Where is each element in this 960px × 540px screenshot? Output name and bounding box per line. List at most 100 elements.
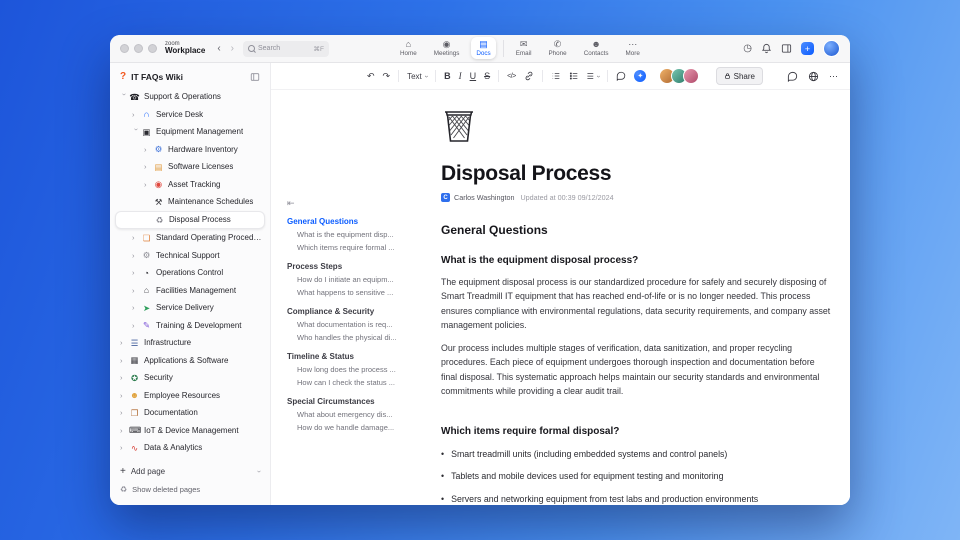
sidebar-item-software-licenses[interactable]: › ▤ Software Licenses — [110, 158, 270, 176]
sidebar-item-hardware-inventory[interactable]: › ⚙ Hardware Inventory — [110, 141, 270, 159]
chevron-down-icon[interactable]: › — [254, 470, 263, 473]
toc-section-special-circumstances[interactable]: Special Circumstances — [287, 397, 419, 406]
sidebar-item-training-development[interactable]: › ✎ Training & Development — [110, 317, 270, 335]
chevron-right-icon[interactable]: › — [132, 251, 141, 260]
numbered-list-button[interactable] — [551, 71, 561, 81]
clock-icon[interactable]: ◷ — [743, 43, 752, 54]
back-icon[interactable]: ‹ — [217, 43, 220, 54]
bold-button[interactable]: B — [444, 71, 451, 81]
comments-panel-button[interactable] — [787, 71, 798, 82]
sidebar-item-operations-control[interactable]: › ◔ Operations Control — [110, 264, 270, 282]
sidebar-item-documentation[interactable]: › ❐ Documentation — [110, 404, 270, 422]
tab-more[interactable]: ⋯ More — [621, 37, 645, 59]
toc-item[interactable]: Which items require formal ... — [287, 241, 419, 254]
bullet-list-button[interactable] — [569, 71, 579, 81]
tab-phone[interactable]: ✆ Phone — [543, 37, 571, 59]
forward-icon[interactable]: › — [231, 43, 234, 54]
chevron-right-icon[interactable]: › — [120, 356, 129, 365]
chevron-right-icon[interactable]: › — [132, 110, 141, 119]
sidebar-item-applications-software[interactable]: › ▦ Applications & Software — [110, 352, 270, 370]
italic-button[interactable]: I — [459, 71, 462, 81]
add-icon[interactable]: + — [801, 42, 814, 55]
undo-button[interactable]: ↶ — [367, 71, 375, 81]
chevron-right-icon[interactable]: › — [132, 304, 141, 312]
chevron-down-icon[interactable]: › — [132, 128, 141, 137]
underline-button[interactable]: U — [470, 71, 477, 81]
toc-item[interactable]: How long does the process ... — [287, 363, 419, 376]
chevron-right-icon[interactable]: › — [132, 234, 141, 242]
chevron-right-icon[interactable]: › — [120, 374, 129, 382]
sidebar-item-standard-operating-procedures[interactable]: › ❏ Standard Operating Procedures — [110, 229, 270, 247]
link-button[interactable] — [524, 71, 534, 81]
add-page-button[interactable]: + Add page › — [120, 464, 263, 479]
toc-item[interactable]: What documentation is req... — [287, 318, 419, 331]
sidebar-item-maintenance-schedules[interactable]: ⚒ Maintenance Schedules — [110, 193, 270, 211]
chevron-right-icon[interactable]: › — [120, 426, 129, 435]
toc-section-timeline-status[interactable]: Timeline & Status — [287, 352, 419, 361]
toc-section-process-steps[interactable]: Process Steps — [287, 262, 419, 271]
chevron-right-icon[interactable]: › — [144, 180, 153, 189]
tab-label: Meetings — [433, 50, 460, 57]
sidebar-item-employee-resources[interactable]: › ☻ Employee Resources — [110, 387, 270, 405]
user-avatar[interactable] — [823, 40, 840, 57]
sidebar-item-facilities-management[interactable]: › ⌂ Facilities Management — [110, 282, 270, 300]
code-button[interactable]: </> — [507, 73, 516, 80]
chevron-right-icon[interactable]: › — [144, 163, 153, 171]
toc-item[interactable]: Who handles the physical di... — [287, 331, 419, 344]
chevron-right-icon[interactable]: › — [120, 409, 129, 417]
chevron-right-icon[interactable]: › — [120, 444, 129, 452]
toc-item[interactable]: How do we handle damage... — [287, 421, 419, 434]
sidebar-item-data-analytics[interactable]: › ∿ Data & Analytics — [110, 439, 270, 457]
more-options-button[interactable]: ⋯ — [829, 71, 838, 81]
toc-item[interactable]: How do I initiate an equipm... — [287, 273, 419, 286]
toc-item[interactable]: How can I check the status ... — [287, 376, 419, 389]
sidebar-item-disposal-process[interactable]: ♻ Disposal Process — [115, 210, 265, 229]
share-button[interactable]: Share — [715, 67, 763, 85]
globe-button[interactable] — [808, 71, 819, 82]
sidebar-item-infrastructure[interactable]: › ☰ Infrastructure — [110, 334, 270, 352]
sidebar-item-label: Software Licenses — [168, 162, 234, 172]
toc-item[interactable]: What about emergency dis... — [287, 408, 419, 421]
sidebar-item-service-delivery[interactable]: › ➤ Service Delivery — [110, 299, 270, 317]
sidebar-item-security[interactable]: › ✪ Security — [110, 369, 270, 387]
collapse-sidebar-icon[interactable] — [250, 72, 260, 82]
tab-contacts[interactable]: ☻ Contacts — [579, 37, 614, 59]
sidebar-item-iot-device-management[interactable]: › ⌨ IoT & Device Management — [110, 422, 270, 440]
zoom-window-button[interactable] — [148, 44, 157, 53]
align-dropdown[interactable]: ☰ › — [587, 72, 602, 81]
tab-meetings[interactable]: ◉ Meetings — [429, 37, 465, 59]
sidebar-item-equipment-management[interactable]: › ▣ Equipment Management — [110, 123, 270, 141]
tab-home[interactable]: ⌂ Home — [395, 37, 422, 59]
panel-toggle-icon[interactable] — [781, 43, 792, 54]
search-input[interactable]: Search ⌘F — [243, 40, 329, 57]
strikethrough-button[interactable]: S — [484, 71, 490, 81]
toc-item[interactable]: What happens to sensitive ... — [287, 286, 419, 299]
comment-button[interactable] — [616, 71, 626, 81]
minimize-button[interactable] — [134, 44, 143, 53]
chevron-right-icon[interactable]: › — [132, 269, 141, 277]
collaborator-avatar[interactable] — [682, 68, 699, 84]
sidebar-item-technical-support[interactable]: › ⚙ Technical Support — [110, 247, 270, 265]
toc-item[interactable]: What is the equipment disp... — [287, 228, 419, 241]
sidebar-item-asset-tracking[interactable]: › ◉ Asset Tracking — [110, 176, 270, 194]
tab-email[interactable]: ✉ Email — [511, 37, 537, 59]
chevron-right-icon[interactable]: › — [144, 145, 153, 154]
toc-section-compliance-security[interactable]: Compliance & Security — [287, 307, 419, 316]
chevron-right-icon[interactable]: › — [132, 286, 141, 295]
sidebar-item-support-operations[interactable]: › ☎ Support & Operations — [110, 88, 270, 106]
toolbar-divider — [607, 70, 609, 82]
collapse-toc-icon[interactable]: ⇤ — [287, 198, 419, 209]
text-style-dropdown[interactable]: Text › — [407, 72, 429, 81]
sidebar-item-service-desk[interactable]: › ∩ Service Desk — [110, 106, 270, 124]
close-button[interactable] — [120, 44, 129, 53]
show-deleted-pages-button[interactable]: ♻ Show deleted pages — [120, 482, 260, 497]
chevron-down-icon[interactable]: › — [120, 93, 129, 102]
chevron-right-icon[interactable]: › — [120, 391, 129, 400]
bell-icon[interactable] — [761, 43, 772, 54]
tab-docs[interactable]: ▤ Docs — [471, 37, 496, 59]
toc-section-general-questions[interactable]: General Questions — [287, 217, 419, 226]
chevron-right-icon[interactable]: › — [120, 339, 129, 347]
ai-companion-button[interactable]: ✦ — [634, 70, 647, 82]
redo-button[interactable]: ↷ — [383, 71, 391, 81]
chevron-right-icon[interactable]: › — [132, 321, 141, 330]
